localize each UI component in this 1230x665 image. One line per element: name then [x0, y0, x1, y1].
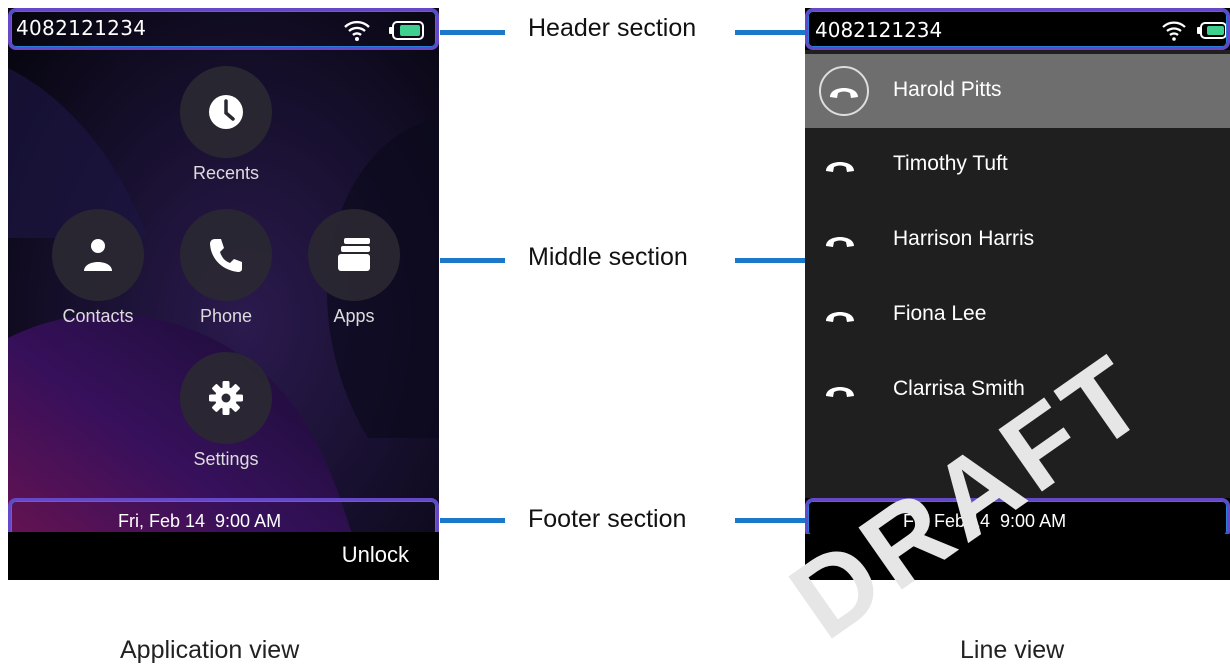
- line-item[interactable]: Timothy Tuft: [805, 128, 1230, 202]
- softkey-bar: Unlock: [8, 532, 439, 580]
- wifi-icon: [344, 20, 370, 41]
- handset-icon: [826, 237, 854, 247]
- middle-section-label: Middle section: [528, 243, 688, 271]
- footer-leader-line-left: [440, 518, 505, 523]
- handset-icon: [830, 88, 858, 98]
- stacked-cards-icon: [338, 238, 370, 271]
- footer-section-label: Footer section: [528, 505, 687, 533]
- contacts-button[interactable]: [52, 209, 144, 301]
- apps-button[interactable]: [308, 209, 400, 301]
- header-leader-line-right: [735, 30, 805, 35]
- footer-date-time: Fri, Feb 14 9:00 AM: [118, 511, 282, 531]
- middle-leader-line-right: [735, 258, 805, 263]
- battery-icon: [389, 21, 424, 40]
- handset-icon: [826, 387, 854, 397]
- line-name: Harold Pitts: [893, 78, 1002, 101]
- application-view-screen: 4082121234 Recents Contacts Phone Apps S…: [8, 8, 439, 580]
- line-name: Harrison Harris: [893, 227, 1035, 250]
- line-item[interactable]: Harrison Harris: [805, 203, 1230, 277]
- header-leader-line-left: [440, 30, 505, 35]
- recents-button[interactable]: [180, 66, 272, 158]
- line-item[interactable]: Fiona Lee: [805, 278, 1230, 352]
- handset-icon: [826, 162, 854, 172]
- application-view-caption: Application view: [120, 636, 300, 664]
- phone-label: Phone: [199, 306, 253, 326]
- footer-leader-line-right: [735, 518, 805, 523]
- clock-icon: [209, 95, 243, 129]
- middle-leader-line-left: [440, 258, 505, 263]
- line-name: Timothy Tuft: [893, 152, 1008, 175]
- phone-icon: [210, 239, 242, 272]
- settings-button[interactable]: [180, 352, 272, 444]
- settings-label: Settings: [193, 449, 259, 469]
- phone-number: 4082121234: [16, 16, 147, 40]
- apps-label: Apps: [333, 306, 375, 326]
- unlock-softkey[interactable]: Unlock: [342, 542, 409, 568]
- contacts-label: Contacts: [62, 306, 134, 326]
- header-section: 4082121234: [805, 8, 1230, 50]
- handset-icon: [826, 312, 854, 322]
- recents-label: Recents: [192, 163, 260, 183]
- line-view-caption: Line view: [960, 636, 1065, 664]
- battery-icon: [1197, 22, 1227, 39]
- gear-icon: [209, 381, 243, 415]
- wifi-icon: [1162, 21, 1186, 41]
- person-icon: [84, 239, 112, 271]
- line-item[interactable]: Harold Pitts: [805, 54, 1230, 128]
- phone-app-button[interactable]: [180, 209, 272, 301]
- line-name: Fiona Lee: [893, 302, 987, 325]
- phone-number: 4082121234: [815, 18, 943, 42]
- header-section-label: Header section: [528, 14, 697, 42]
